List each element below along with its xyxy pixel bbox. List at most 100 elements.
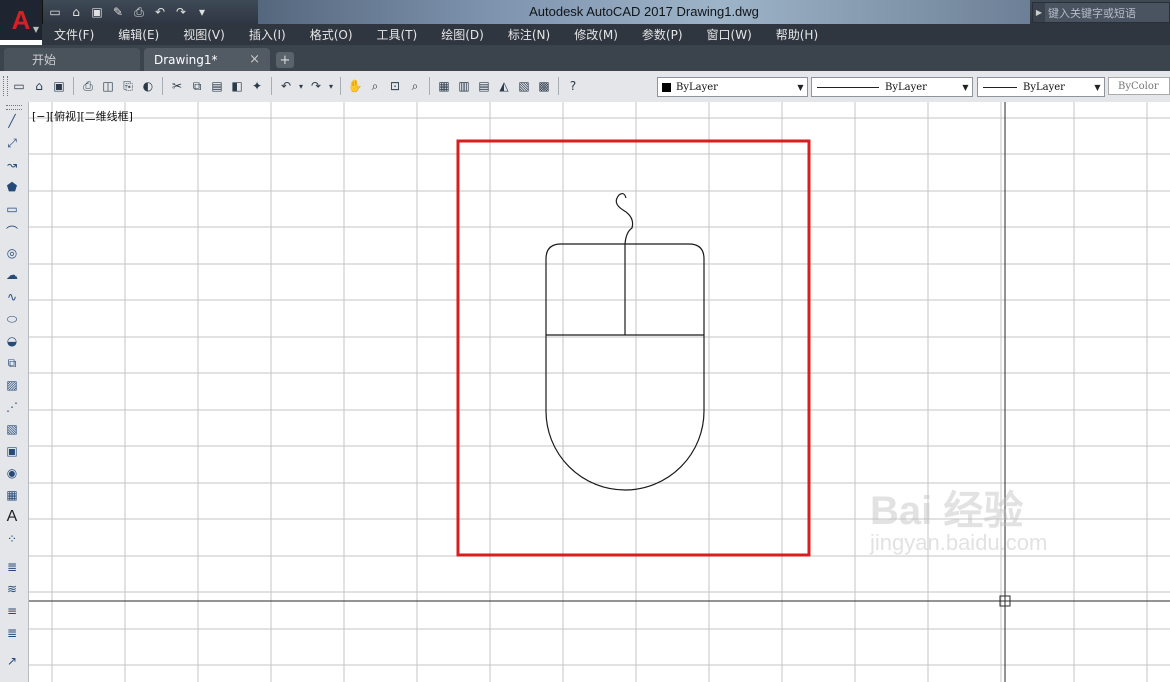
- layer-icon[interactable]: ≣: [2, 558, 22, 576]
- menu-view[interactable]: 视图(V): [171, 26, 237, 43]
- hatch-icon[interactable]: ▧: [2, 420, 22, 438]
- toolbar-grip[interactable]: [3, 76, 8, 96]
- layer-walk-icon[interactable]: ↗: [2, 652, 22, 670]
- new-drawing-icon[interactable]: ▭: [10, 77, 28, 95]
- chevron-down-icon[interactable]: ▼: [794, 78, 807, 96]
- table-icon[interactable]: ▦: [2, 486, 22, 504]
- gradient-icon[interactable]: ▣: [2, 442, 22, 460]
- save-icon[interactable]: ▣: [88, 3, 106, 21]
- menu-modify[interactable]: 修改(M): [562, 26, 630, 43]
- tool-palettes-icon[interactable]: ▤: [475, 77, 493, 95]
- redo-icon[interactable]: ↷: [307, 77, 325, 95]
- pan-icon[interactable]: ✋: [346, 77, 364, 95]
- add-selected-icon[interactable]: ⁘: [2, 530, 22, 548]
- calculator-icon[interactable]: ▩: [535, 77, 553, 95]
- construction-line-icon[interactable]: ⤢: [2, 134, 22, 152]
- menu-dimension[interactable]: 标注(N): [496, 26, 562, 43]
- ellipse-icon[interactable]: ⬭: [2, 310, 22, 328]
- quick-access-toolbar: ▭ ⌂ ▣ ✎ ⎙ ↶ ↷ ▾: [46, 3, 211, 21]
- line-icon[interactable]: ╱: [2, 112, 22, 130]
- menu-tools[interactable]: 工具(T): [365, 26, 430, 43]
- application-menu-button[interactable]: A ▼: [0, 0, 43, 40]
- search-input[interactable]: ▶ 键入关键字或短语: [1032, 2, 1170, 23]
- region-icon[interactable]: ◉: [2, 464, 22, 482]
- help-icon[interactable]: ?: [564, 77, 582, 95]
- drawing-canvas[interactable]: [−][俯视][二维线框]: [29, 102, 1170, 682]
- highlight-box: [456, 139, 811, 557]
- publish-icon[interactable]: ⎘: [119, 77, 137, 95]
- cut-icon[interactable]: ✂: [168, 77, 186, 95]
- polyline-icon[interactable]: ↝: [2, 156, 22, 174]
- chevron-down-icon: ▼: [32, 25, 39, 34]
- plot-icon[interactable]: ⎙: [79, 77, 97, 95]
- new-tab-button[interactable]: +: [276, 52, 294, 68]
- redo-icon[interactable]: ↷: [172, 3, 190, 21]
- layer-color-value: ByLayer: [676, 81, 718, 93]
- menu-file[interactable]: 文件(F): [42, 26, 106, 43]
- undo-icon[interactable]: ↶: [277, 77, 295, 95]
- copy-icon[interactable]: ⧉: [188, 77, 206, 95]
- lineweight-select[interactable]: ByLayer ▼: [977, 77, 1105, 97]
- markup-icon[interactable]: ▧: [515, 77, 533, 95]
- menu-insert[interactable]: 插入(I): [237, 26, 298, 43]
- redo-dropdown-icon[interactable]: ▾: [327, 77, 335, 95]
- properties-icon[interactable]: ▦: [435, 77, 453, 95]
- menu-parametric[interactable]: 参数(P): [630, 26, 695, 43]
- model-space[interactable]: [29, 102, 1170, 682]
- spline-icon[interactable]: ∿: [2, 288, 22, 306]
- open-icon[interactable]: ⌂: [67, 3, 85, 21]
- circle-icon[interactable]: ◎: [2, 244, 22, 262]
- paste-icon[interactable]: ▤: [208, 77, 226, 95]
- print-icon[interactable]: ⎙: [130, 3, 148, 21]
- layer-state-icon[interactable]: ≋: [2, 580, 22, 598]
- window-title: Autodesk AutoCAD 2017 Drawing1.dwg: [529, 4, 759, 19]
- save-as-icon[interactable]: ✎: [109, 3, 127, 21]
- arc-icon[interactable]: ⌒: [2, 222, 22, 240]
- revision-cloud-icon[interactable]: ☁: [2, 266, 22, 284]
- zoom-previous-icon[interactable]: ⌕: [406, 77, 424, 95]
- ellipse-arc-icon[interactable]: ◒: [2, 332, 22, 350]
- text-icon[interactable]: A: [2, 508, 22, 526]
- chevron-down-icon[interactable]: ▼: [959, 78, 972, 96]
- undo-dropdown-icon[interactable]: ▾: [297, 77, 305, 95]
- polygon-icon[interactable]: ⬟: [2, 178, 22, 196]
- zoom-realtime-icon[interactable]: ⌕: [366, 77, 384, 95]
- plot-style-value: ByColor: [1118, 80, 1159, 92]
- linetype-select[interactable]: ByLayer ▼: [811, 77, 973, 97]
- lineweight-preview: [983, 86, 1017, 88]
- save-file-icon[interactable]: ▣: [50, 77, 68, 95]
- viewport-controls[interactable]: [−][俯视][二维线框]: [32, 108, 133, 124]
- layer-color-select[interactable]: ByLayer ▼: [657, 77, 808, 97]
- menu-format[interactable]: 格式(O): [298, 26, 365, 43]
- menu-edit[interactable]: 编辑(E): [106, 26, 171, 43]
- insert-block-icon[interactable]: ⧉: [2, 354, 22, 372]
- layer-previous-icon[interactable]: ≣: [2, 624, 22, 642]
- 3d-dwf-icon[interactable]: ◐: [139, 77, 157, 95]
- tab-start[interactable]: 开始: [4, 48, 140, 71]
- chevron-down-icon[interactable]: ▼: [1091, 78, 1104, 96]
- search-expand-icon[interactable]: ▶: [1033, 3, 1045, 22]
- close-icon[interactable]: ×: [249, 52, 260, 67]
- open-file-icon[interactable]: ⌂: [30, 77, 48, 95]
- match-properties-icon[interactable]: ◧: [228, 77, 246, 95]
- rectangle-icon[interactable]: ▭: [2, 200, 22, 218]
- tab-drawing1[interactable]: Drawing1* ×: [144, 48, 270, 71]
- design-center-icon[interactable]: ▥: [455, 77, 473, 95]
- plot-style-select[interactable]: ByColor: [1108, 77, 1170, 95]
- customize-icon[interactable]: ▾: [193, 3, 211, 21]
- make-block-icon[interactable]: ▨: [2, 376, 22, 394]
- menu-help[interactable]: 帮助(H): [764, 26, 830, 43]
- zoom-window-icon[interactable]: ⊡: [386, 77, 404, 95]
- sheet-set-icon[interactable]: ◭: [495, 77, 513, 95]
- plot-preview-icon[interactable]: ◫: [99, 77, 117, 95]
- toolbar-grip[interactable]: [6, 105, 22, 110]
- block-editor-icon[interactable]: ✦: [248, 77, 266, 95]
- tab-drawing1-label: Drawing1*: [154, 52, 218, 67]
- point-icon[interactable]: ⋰: [2, 398, 22, 416]
- menu-draw[interactable]: 绘图(D): [429, 26, 496, 43]
- new-icon[interactable]: ▭: [46, 3, 64, 21]
- menu-window[interactable]: 窗口(W): [695, 26, 764, 43]
- match-layer-icon[interactable]: ≡: [2, 602, 22, 620]
- search-placeholder: 键入关键字或短语: [1048, 6, 1136, 20]
- undo-icon[interactable]: ↶: [151, 3, 169, 21]
